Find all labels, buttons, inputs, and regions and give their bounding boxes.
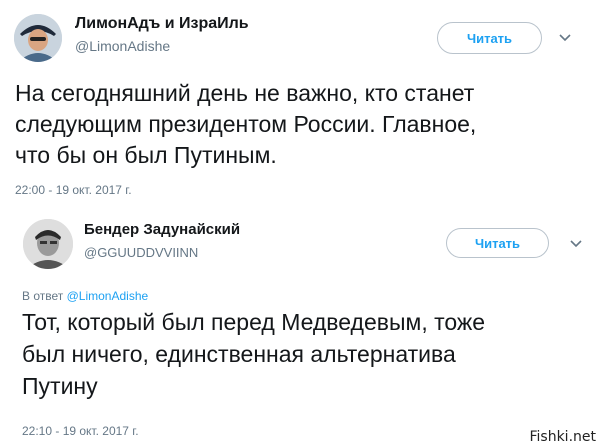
tweet-text-line: что бы он был Путиным. bbox=[15, 142, 277, 168]
tweet-text: На сегодняшний день не важно, кто станет… bbox=[15, 78, 595, 171]
tweet-text-line: Тот, который был перед Медведевым, тоже bbox=[22, 309, 486, 335]
tweet-text-line: был ничего, единственная альтернатива bbox=[22, 341, 456, 367]
timestamp[interactable]: 22:10 - 19 окт. 2017 г. bbox=[22, 424, 139, 438]
follow-button[interactable]: Читать bbox=[446, 228, 549, 258]
tweet: Бендер Задунайский @GGUUDDVVIINN Читать … bbox=[0, 205, 599, 448]
tweet-text: Тот, который был перед Медведевым, тоже … bbox=[22, 306, 592, 402]
reply-to-line: В ответ @LimonAdishe bbox=[22, 289, 148, 303]
tweet-text-line: На сегодняшний день не важно, кто станет bbox=[15, 80, 475, 106]
chevron-down-icon[interactable] bbox=[569, 239, 583, 249]
author-handle[interactable]: @LimonAdishe bbox=[75, 38, 170, 54]
watermark-text: Fishki.net bbox=[529, 429, 596, 445]
chevron-down-icon[interactable] bbox=[558, 33, 572, 43]
avatar[interactable] bbox=[14, 14, 62, 62]
author-handle[interactable]: @GGUUDDVVIINN bbox=[84, 245, 198, 260]
timestamp[interactable]: 22:00 - 19 окт. 2017 г. bbox=[15, 183, 132, 197]
reply-to-link[interactable]: @LimonAdishe bbox=[67, 289, 149, 303]
tweet: ЛимонАдъ и ИзраИль @LimonAdishe Читать Н… bbox=[0, 0, 599, 205]
reply-to-prefix: В ответ bbox=[22, 289, 64, 303]
avatar[interactable] bbox=[23, 219, 73, 269]
author-name[interactable]: Бендер Задунайский bbox=[84, 221, 240, 238]
tweet-text-line: Путину bbox=[22, 373, 98, 399]
follow-button[interactable]: Читать bbox=[437, 22, 542, 54]
author-name[interactable]: ЛимонАдъ и ИзраИль bbox=[75, 15, 249, 33]
tweet-text-line: следующим президентом России. Главное, bbox=[15, 111, 477, 137]
